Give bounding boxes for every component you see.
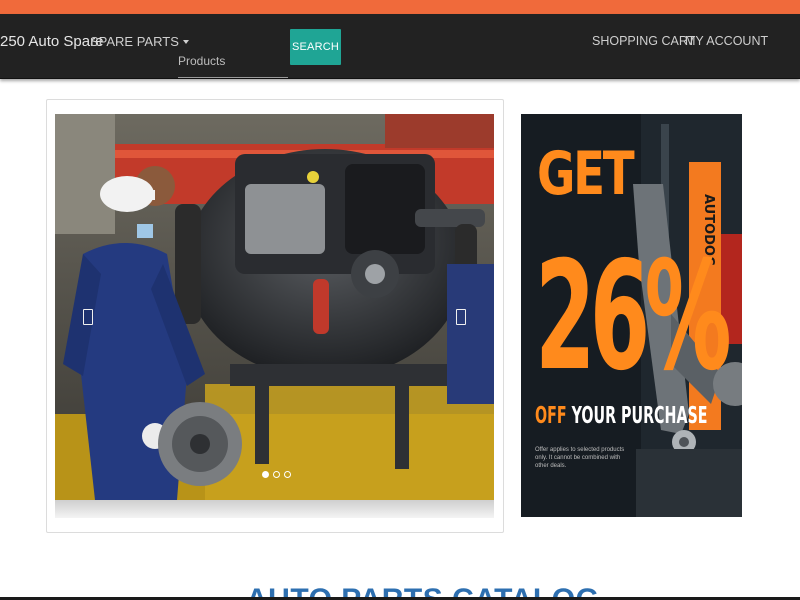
shopping-cart-link[interactable]: SHOPPING CART (592, 34, 695, 48)
brand-link[interactable]: 250 Auto Spare (0, 33, 103, 50)
carousel-bottom-fade (55, 500, 494, 518)
spare-parts-dropdown[interactable]: SPARE PARTS (90, 34, 189, 49)
search-button[interactable]: SEARCH (290, 29, 341, 65)
promo-get-text: GET (537, 139, 635, 209)
my-account-link[interactable]: MY ACCOUNT (685, 34, 768, 48)
product-search-input[interactable] (178, 44, 288, 78)
carousel-dot[interactable] (262, 471, 269, 478)
promo-your-purchase: YOUR PURCHASE (571, 403, 708, 429)
promo-off-text: OFF (535, 403, 567, 429)
carousel-dot[interactable] (284, 471, 291, 478)
promo-banner[interactable]: AUTODOC GET 26% OFF YOUR PURCHASE Offer … (521, 114, 742, 517)
carousel-dot[interactable] (273, 471, 280, 478)
carousel-next-icon[interactable] (456, 309, 466, 325)
spare-parts-label: SPARE PARTS (90, 34, 179, 49)
promo-fine-print: Offer applies to selected products only.… (535, 447, 625, 470)
engine-assembly-photo (55, 114, 494, 500)
promo-off-line: OFF YOUR PURCHASE (535, 405, 708, 428)
carousel-indicators (262, 471, 291, 478)
top-accent-strip (0, 0, 800, 14)
navbar: 250 Auto Spare SPARE PARTS SEARCH SHOPPI… (0, 14, 800, 79)
carousel-prev-icon[interactable] (83, 309, 93, 325)
carousel-slide-image (55, 114, 494, 500)
promo-percent: 26% (535, 230, 732, 404)
